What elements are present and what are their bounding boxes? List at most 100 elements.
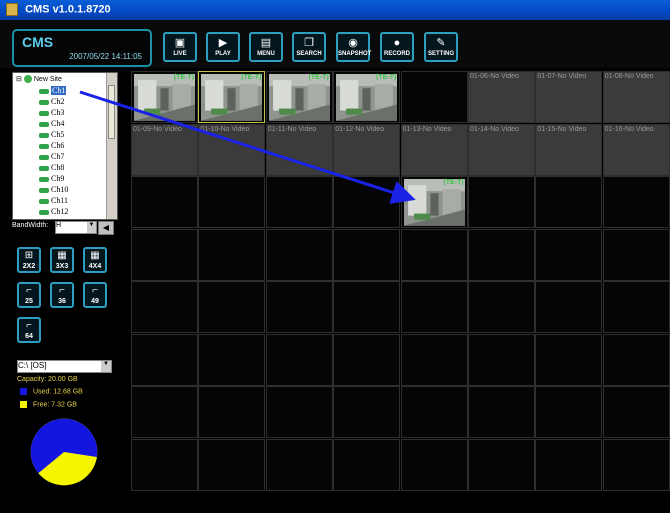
tree-item-ch4[interactable]: Ch4	[39, 119, 64, 130]
video-cell[interactable]	[265, 176, 333, 228]
layout-3x3-button[interactable]: ▦ 3X3	[50, 247, 74, 273]
tree-item-ch2[interactable]: Ch2	[39, 97, 64, 108]
video-cell[interactable]: 01-10-No Video	[198, 123, 266, 176]
snapshot-button[interactable]: ◉ SNAPSHOT	[336, 32, 371, 62]
layout-64-button[interactable]: ⌐ 64	[17, 317, 41, 343]
video-cell[interactable]: (TE-T)	[400, 176, 468, 228]
video-cell[interactable]	[400, 71, 468, 123]
video-cell[interactable]	[265, 281, 333, 333]
menu-button[interactable]: ▤ MENU	[249, 32, 283, 62]
video-cell[interactable]	[333, 438, 401, 491]
video-cell[interactable]	[468, 333, 535, 386]
video-cell[interactable]	[468, 281, 535, 333]
video-cell[interactable]	[400, 228, 468, 281]
video-cell[interactable]	[198, 438, 266, 491]
tree-scrollbar[interactable]	[106, 73, 117, 219]
video-cell[interactable]	[535, 281, 603, 333]
video-cell[interactable]	[265, 438, 333, 491]
video-cell[interactable]	[400, 386, 468, 438]
tree-item-ch3[interactable]: Ch3	[39, 108, 64, 119]
video-cell[interactable]: (TE-T)	[131, 71, 198, 123]
video-cell[interactable]: 01-13-No Video	[400, 123, 468, 176]
video-cell[interactable]	[468, 386, 535, 438]
tree-item-ch9[interactable]: Ch9	[39, 174, 64, 185]
video-cell[interactable]	[198, 333, 266, 386]
video-cell[interactable]	[131, 438, 198, 491]
site-tree[interactable]: ⊟ New Site Ch1 Ch2 Ch3 Ch4 Ch5 Ch6 Ch7 Ch8 Ch9 Ch1…	[12, 72, 118, 220]
video-cell[interactable]	[131, 333, 198, 386]
tree-item-ch11[interactable]: Ch11	[39, 196, 68, 207]
video-cell[interactable]: (TE-T)	[333, 71, 401, 123]
tree-root[interactable]: ⊟ New Site	[16, 75, 62, 84]
video-cell[interactable]: (TE-T)	[265, 71, 333, 123]
video-cell[interactable]	[333, 176, 401, 228]
video-cell[interactable]: 01-06-No Video	[468, 71, 535, 123]
drive-select[interactable]: C:\ [OS] ▼	[17, 360, 112, 373]
video-cell[interactable]: 01-11-No Video	[265, 123, 333, 176]
video-cell[interactable]	[602, 438, 670, 491]
video-cell[interactable]	[468, 438, 535, 491]
layout-2x2-button[interactable]: ⊞ 2X2	[17, 247, 41, 273]
video-cell[interactable]	[198, 228, 266, 281]
no-video-label: 01-06-No Video	[470, 73, 519, 80]
video-cell[interactable]	[333, 386, 401, 438]
video-cell[interactable]	[602, 386, 670, 438]
video-cell[interactable]	[198, 176, 266, 228]
play-button[interactable]: ▶ PLAY	[206, 32, 240, 62]
video-cell[interactable]	[131, 176, 198, 228]
video-cell[interactable]: 01-15-No Video	[535, 123, 603, 176]
layout-36-button[interactable]: ⌐ 36	[50, 282, 74, 308]
tree-item-ch1[interactable]: Ch1	[39, 86, 67, 97]
tree-item-ch10[interactable]: Ch10	[39, 185, 68, 196]
layout-4x4-button[interactable]: ▦ 4X4	[83, 247, 107, 273]
video-cell[interactable]	[535, 438, 603, 491]
video-cell[interactable]	[265, 386, 333, 438]
video-cell[interactable]	[400, 438, 468, 491]
video-cell[interactable]	[468, 228, 535, 281]
video-cell[interactable]	[333, 281, 401, 333]
video-cell[interactable]	[198, 386, 266, 438]
tree-item-ch6[interactable]: Ch6	[39, 141, 64, 152]
bandwidth-select[interactable]: H ▼	[55, 221, 97, 234]
video-cell[interactable]	[265, 333, 333, 386]
record-button[interactable]: ● RECORD	[380, 32, 414, 62]
video-cell[interactable]	[602, 228, 670, 281]
tree-item-ch7[interactable]: Ch7	[39, 152, 64, 163]
video-cell[interactable]	[400, 333, 468, 386]
video-cell[interactable]	[602, 176, 670, 228]
video-cell[interactable]: 01-07-No Video	[535, 71, 603, 123]
video-cell[interactable]: (TE-T)	[198, 71, 266, 123]
bandwidth-apply-button[interactable]: ◀	[98, 221, 114, 235]
layout-25-button[interactable]: ⌐ 25	[17, 282, 41, 308]
video-cell[interactable]	[535, 386, 603, 438]
video-cell[interactable]	[131, 386, 198, 438]
search-button[interactable]: ❐ SEARCH	[292, 32, 326, 62]
video-cell[interactable]	[333, 228, 401, 281]
layout-49-button[interactable]: ⌐ 49	[83, 282, 107, 308]
video-cell[interactable]	[535, 176, 603, 228]
video-cell[interactable]	[602, 333, 670, 386]
video-cell[interactable]	[400, 281, 468, 333]
scroll-thumb[interactable]	[108, 85, 115, 139]
setting-button[interactable]: ✎ SETTING	[424, 32, 458, 62]
video-cell[interactable]: 01-09-No Video	[131, 123, 198, 176]
video-cell[interactable]	[131, 281, 198, 333]
tree-item-ch8[interactable]: Ch8	[39, 163, 64, 174]
video-cell[interactable]: 01-14-No Video	[468, 123, 535, 176]
tree-item-ch12[interactable]: Ch12	[39, 207, 68, 218]
no-video-label: 01-11-No Video	[267, 125, 317, 133]
video-cell[interactable]: 01-12-No Video	[333, 123, 401, 176]
video-cell[interactable]	[333, 333, 401, 386]
video-cell[interactable]	[198, 281, 266, 333]
tree-item-ch5[interactable]: Ch5	[39, 130, 64, 141]
video-cell[interactable]	[131, 228, 198, 281]
live-button[interactable]: ▣ LIVE	[163, 32, 197, 62]
video-cell[interactable]	[602, 281, 670, 333]
camera-overlay-tag: (TE-T)	[443, 179, 464, 186]
video-cell[interactable]: 01-08-No Video	[602, 71, 670, 123]
video-cell[interactable]	[468, 176, 535, 228]
video-cell[interactable]	[265, 228, 333, 281]
video-cell[interactable]	[535, 333, 603, 386]
video-cell[interactable]	[535, 228, 603, 281]
video-cell[interactable]: 01-16-No Video	[602, 123, 670, 176]
